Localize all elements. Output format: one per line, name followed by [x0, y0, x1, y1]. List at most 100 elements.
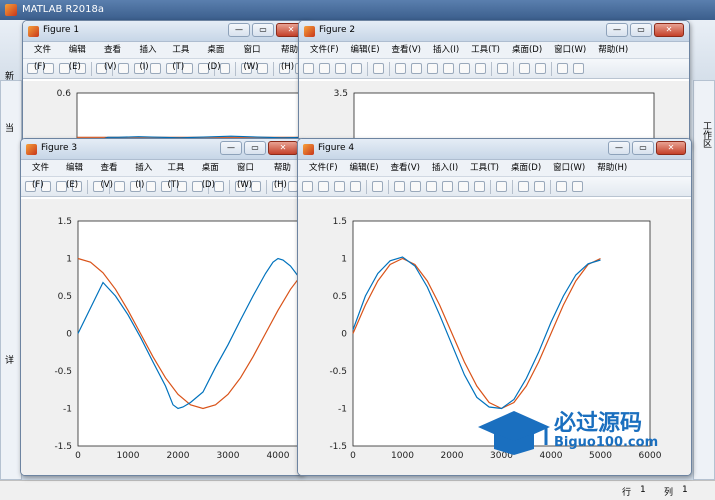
menu-item-2[interactable]: 查看(V) — [385, 160, 426, 176]
pan-icon[interactable] — [150, 63, 161, 74]
menu-item-6[interactable]: 窗口(W) — [237, 42, 275, 72]
menu-item-3[interactable]: 插入(I) — [133, 42, 166, 72]
pointer-icon[interactable] — [373, 63, 384, 74]
figure-window-1[interactable]: Figure 1 — ▭ ✕ 文件(F) 编辑(E) 查看(V) 插入(I) 工具(T)… — [22, 20, 312, 150]
new-file-icon[interactable] — [302, 181, 313, 192]
menu-item-4[interactable]: 工具(T) — [161, 160, 195, 190]
save-icon[interactable] — [335, 63, 346, 74]
rotate-icon[interactable] — [442, 181, 453, 192]
new-file-icon[interactable] — [303, 63, 314, 74]
menu-item-1[interactable]: 编辑(E) — [344, 160, 385, 176]
menu-item-4[interactable]: 工具(T) — [166, 42, 201, 72]
minimize-button[interactable]: — — [608, 141, 630, 155]
save-icon[interactable] — [58, 63, 70, 74]
menu-item-7[interactable]: 帮助(H) — [591, 160, 633, 176]
menu-item-6[interactable]: 窗口(W) — [547, 160, 591, 176]
minimize-button[interactable]: — — [606, 23, 628, 37]
figure-menu-bar: 文件(F) 编辑(E) 查看(V) 插入(I) 工具(T) 桌面(D) 窗口(W) 帮助(H) — [23, 42, 311, 72]
current-folder-panel[interactable]: 新 当 详 — [0, 72, 22, 480]
menu-item-5[interactable]: 桌面(D) — [201, 42, 237, 72]
restore-button[interactable]: ▭ — [252, 23, 274, 37]
menu-item-5[interactable]: 桌面(D) — [196, 160, 231, 190]
show-plot-tools-icon[interactable] — [573, 63, 584, 74]
zoom-in-icon[interactable] — [114, 181, 125, 192]
hide-plot-tools-icon[interactable] — [557, 63, 568, 74]
figure-window-2[interactable]: Figure 2 — ▭ ✕ 文件(F) 编辑(E) 查看(V) 插入(I) 工具(T)… — [298, 20, 690, 150]
link-icon[interactable] — [496, 181, 507, 192]
rotate-icon[interactable] — [443, 63, 454, 74]
colorbar-icon[interactable] — [519, 63, 530, 74]
save-icon[interactable] — [334, 181, 345, 192]
menu-item-3[interactable]: 插入(I) — [426, 160, 464, 176]
menu-item-1[interactable]: 编辑(E) — [345, 42, 386, 58]
link-icon[interactable] — [219, 63, 231, 74]
menu-item-0[interactable]: 文件(F) — [304, 42, 345, 58]
pan-icon[interactable] — [427, 63, 438, 74]
menu-item-0[interactable]: 文件(F) — [28, 42, 63, 72]
restore-button[interactable]: ▭ — [630, 23, 652, 37]
y-tick-label: -1 — [338, 405, 347, 415]
menu-item-3[interactable]: 插入(I) — [427, 42, 465, 58]
restore-button[interactable]: ▭ — [244, 141, 266, 155]
menu-item-1[interactable]: 编辑(E) — [60, 160, 94, 190]
zoom-in-icon[interactable] — [394, 181, 405, 192]
colorbar-icon[interactable] — [518, 181, 529, 192]
status-col-value: 1 — [682, 485, 688, 495]
zoom-in-icon[interactable] — [118, 63, 130, 74]
figure-title: Figure 4 — [318, 143, 355, 153]
pointer-icon[interactable] — [372, 181, 383, 192]
restore-button[interactable]: ▭ — [632, 141, 654, 155]
figure-title-bar[interactable]: Figure 3 — ▭ ✕ — [21, 139, 303, 160]
menu-item-6[interactable]: 窗口(W) — [231, 160, 268, 190]
menu-item-6[interactable]: 窗口(W) — [548, 42, 592, 58]
show-plot-tools-icon[interactable] — [572, 181, 583, 192]
data-cursor-icon[interactable] — [459, 63, 470, 74]
minimize-button[interactable]: — — [220, 141, 242, 155]
zoom-out-icon[interactable] — [410, 181, 421, 192]
menu-item-4[interactable]: 工具(T) — [465, 42, 506, 58]
open-file-icon[interactable] — [318, 181, 329, 192]
figure-title-bar[interactable]: Figure 1 — ▭ ✕ — [23, 21, 311, 42]
current-fragment: 当 — [5, 124, 15, 134]
menu-item-0[interactable]: 文件(F) — [303, 160, 344, 176]
figure-title-bar[interactable]: Figure 4 — ▭ ✕ — [298, 139, 691, 160]
print-icon[interactable] — [350, 181, 361, 192]
pan-icon[interactable] — [145, 181, 157, 192]
zoom-out-icon[interactable] — [411, 63, 422, 74]
close-button[interactable]: ✕ — [654, 23, 684, 37]
figure-window-3[interactable]: Figure 3 — ▭ ✕ 文件(F) 编辑(E) 查看(V) 插入(I) 工具(T)… — [20, 138, 304, 476]
hide-plot-tools-icon[interactable] — [556, 181, 567, 192]
open-file-icon[interactable] — [319, 63, 330, 74]
close-button[interactable]: ✕ — [656, 141, 686, 155]
brush-icon[interactable] — [475, 63, 486, 74]
menu-item-5[interactable]: 桌面(D) — [505, 160, 547, 176]
figure-menu-bar: 文件(F) 编辑(E) 查看(V) 插入(I) 工具(T) 桌面(D) 窗口(W) 帮助(H) — [21, 160, 303, 190]
pan-icon[interactable] — [426, 181, 437, 192]
legend-icon[interactable] — [534, 181, 545, 192]
brush-icon[interactable] — [474, 181, 485, 192]
menu-item-2[interactable]: 查看(V) — [386, 42, 427, 58]
menu-item-3[interactable]: 插入(I) — [129, 160, 161, 190]
data-cursor-icon[interactable] — [458, 181, 469, 192]
menu-item-1[interactable]: 编辑(E) — [63, 42, 98, 72]
menu-item-2[interactable]: 查看(V) — [94, 160, 129, 190]
link-icon[interactable] — [213, 181, 225, 192]
print-icon[interactable] — [351, 63, 362, 74]
minimize-button[interactable]: — — [228, 23, 250, 37]
toolbar-separator — [512, 179, 513, 194]
figure-title-bar[interactable]: Figure 2 — ▭ ✕ — [299, 21, 689, 42]
matlab-title: MATLAB R2018a — [22, 4, 105, 15]
watermark-title: 必过源码 — [554, 411, 643, 436]
legend-icon[interactable] — [257, 63, 269, 74]
menu-item-5[interactable]: 桌面(D) — [506, 42, 548, 58]
menu-item-4[interactable]: 工具(T) — [464, 160, 505, 176]
close-button[interactable]: ✕ — [268, 141, 298, 155]
menu-item-7[interactable]: 帮助(H) — [592, 42, 634, 58]
zoom-in-icon[interactable] — [395, 63, 406, 74]
menu-item-2[interactable]: 查看(V) — [98, 42, 134, 72]
legend-icon[interactable] — [535, 63, 546, 74]
x-tick-label: 1000 — [391, 451, 414, 461]
save-icon[interactable] — [56, 181, 67, 192]
link-icon[interactable] — [497, 63, 508, 74]
menu-item-0[interactable]: 文件(F) — [26, 160, 60, 190]
